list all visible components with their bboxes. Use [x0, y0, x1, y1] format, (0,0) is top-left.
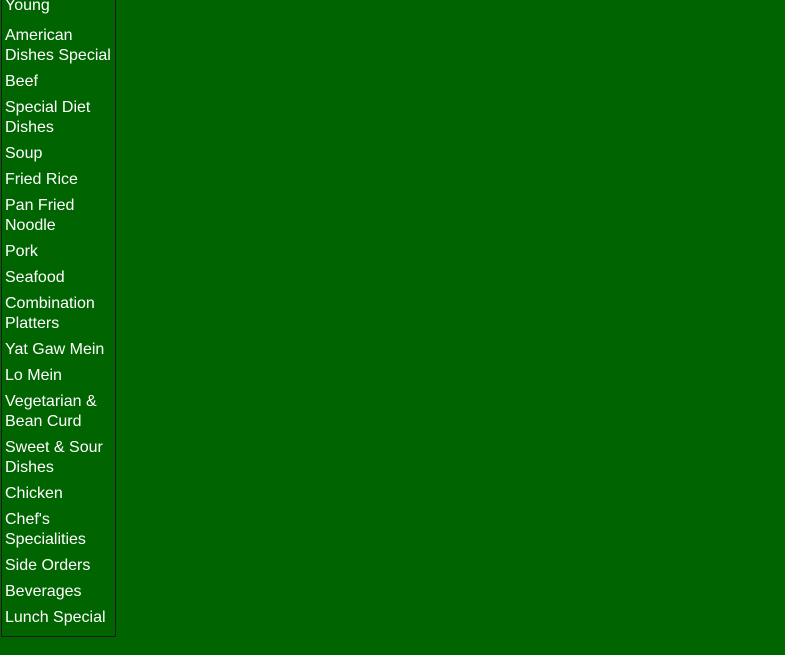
menu-item-side-orders: Side Orders: [2, 553, 115, 579]
menu-item-soup: Soup: [2, 141, 115, 167]
menu-link-american-dishes-special[interactable]: American Dishes Special: [2, 23, 115, 69]
menu-link-young[interactable]: Young: [2, 0, 115, 23]
menu-link-beef[interactable]: Beef: [2, 69, 115, 95]
menu-link-fried-rice[interactable]: Fried Rice: [2, 167, 115, 193]
menu-link-soup[interactable]: Soup: [2, 141, 115, 167]
menu-link-chicken[interactable]: Chicken: [2, 481, 115, 507]
menu-link-special-diet-dishes[interactable]: Special Diet Dishes: [2, 95, 115, 141]
menu-item-young: Young: [2, 0, 115, 23]
menu-item-combination-platters: Combination Platters: [2, 291, 115, 337]
menu-link-lunch-special[interactable]: Lunch Special: [2, 605, 115, 631]
menu-link-lo-mein[interactable]: Lo Mein: [2, 363, 115, 389]
menu-link-sweet-sour-dishes[interactable]: Sweet & Sour Dishes: [2, 435, 115, 481]
menu-item-seafood: Seafood: [2, 265, 115, 291]
menu-item-beef: Beef: [2, 69, 115, 95]
menu-item-yat-gaw-mein: Yat Gaw Mein: [2, 337, 115, 363]
menu-link-pan-fried-noodle[interactable]: Pan Fried Noodle: [2, 193, 115, 239]
category-menu: Young American Dishes Special Beef Speci…: [2, 0, 115, 631]
menu-item-sweet-sour-dishes: Sweet & Sour Dishes: [2, 435, 115, 481]
menu-item-lunch-special: Lunch Special: [2, 605, 115, 631]
menu-link-beverages[interactable]: Beverages: [2, 579, 115, 605]
menu-link-combination-platters[interactable]: Combination Platters: [2, 291, 115, 337]
menu-link-vegetarian-bean-curd[interactable]: Vegetarian & Bean Curd: [2, 389, 115, 435]
menu-item-chefs-specialities: Chef's Specialities: [2, 507, 115, 553]
menu-item-american-dishes-special: American Dishes Special: [2, 23, 115, 69]
menu-item-pan-fried-noodle: Pan Fried Noodle: [2, 193, 115, 239]
menu-item-vegetarian-bean-curd: Vegetarian & Bean Curd: [2, 389, 115, 435]
menu-link-seafood[interactable]: Seafood: [2, 265, 115, 291]
menu-item-beverages: Beverages: [2, 579, 115, 605]
menu-link-side-orders[interactable]: Side Orders: [2, 553, 115, 579]
menu-link-yat-gaw-mein[interactable]: Yat Gaw Mein: [2, 337, 115, 363]
menu-item-lo-mein: Lo Mein: [2, 363, 115, 389]
menu-link-pork[interactable]: Pork: [2, 239, 115, 265]
menu-item-pork: Pork: [2, 239, 115, 265]
menu-link-chefs-specialities[interactable]: Chef's Specialities: [2, 507, 115, 553]
menu-item-special-diet-dishes: Special Diet Dishes: [2, 95, 115, 141]
menu-item-chicken: Chicken: [2, 481, 115, 507]
menu-item-fried-rice: Fried Rice: [2, 167, 115, 193]
category-sidebar: Young American Dishes Special Beef Speci…: [1, 0, 116, 637]
